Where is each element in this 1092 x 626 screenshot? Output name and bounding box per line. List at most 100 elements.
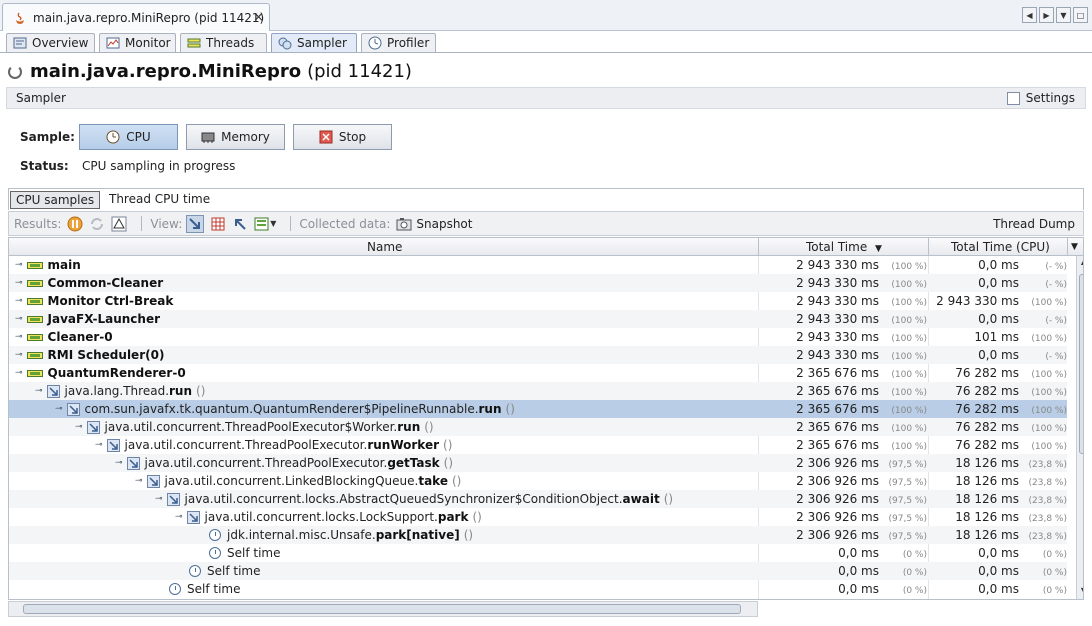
expand-toggle-icon[interactable]: ⊸ (15, 314, 23, 324)
table-row[interactable]: ⊸ java.util.concurrent.ThreadPoolExecutor… (9, 454, 1067, 472)
tab-profiler-label: Profiler (387, 36, 430, 50)
method-call-icon (146, 474, 160, 488)
expand-toggle-icon[interactable]: ⊸ (35, 386, 43, 396)
cpu-time-cell: 0,0 ms (- %) (929, 312, 1067, 326)
expand-toggle-icon[interactable]: ⊸ (15, 278, 23, 288)
method-call-icon (166, 492, 180, 506)
table-row[interactable]: Self time 0,0 ms (0 %) 0,0 ms (0 %) (9, 580, 1067, 598)
total-time-percent: (97,5 %) (888, 496, 927, 506)
call-tree-icon (189, 217, 201, 229)
table-row[interactable]: Self time 0,0 ms (0 %) 0,0 ms (0 %) (9, 544, 1067, 562)
view-options-button[interactable]: ▼ (254, 216, 276, 232)
scroll-up-icon[interactable]: ▲ (1078, 257, 1083, 271)
document-tab[interactable]: main.java.repro.MiniRepro (pid 11421) × (2, 3, 270, 31)
pause-button[interactable] (67, 216, 83, 232)
method-args: () (443, 438, 453, 452)
column-header-name[interactable]: Name (367, 240, 402, 254)
delta-button[interactable] (111, 216, 127, 232)
expand-toggle-icon[interactable]: ⊸ (135, 476, 143, 486)
method-name: park (437, 510, 469, 524)
vertical-scrollbar[interactable]: ▲ ▼ (1076, 256, 1083, 599)
thread-dump-link[interactable]: Thread Dump (993, 217, 1075, 231)
scroll-left-icon[interactable]: ◀ (1022, 7, 1037, 23)
scrollbar-thumb[interactable] (1079, 274, 1083, 454)
settings-toggle[interactable]: Settings (1006, 91, 1075, 105)
profiler-icon (368, 36, 382, 50)
tab-list-icon[interactable]: ▼ (1056, 7, 1071, 23)
scroll-right-icon[interactable]: ▶ (1039, 7, 1054, 23)
cpu-time-value: 76 282 ms (955, 438, 1019, 452)
tab-thread-cpu-time[interactable]: Thread CPU time (104, 191, 215, 209)
thread-icon (26, 297, 43, 305)
total-time-cell: 2 943 330 ms (100 %) (759, 330, 927, 344)
table-row[interactable]: ⊸ java.util.concurrent.LinkedBlockingQueu… (9, 472, 1067, 490)
maximize-icon[interactable]: □ (1073, 7, 1088, 23)
column-chooser-icon[interactable]: ▼ (1071, 242, 1078, 252)
cpu-time-value: 18 126 ms (955, 456, 1019, 470)
expand-toggle-icon[interactable]: ⊸ (15, 332, 23, 342)
back-traces-view-button[interactable] (232, 216, 248, 232)
expand-toggle-icon[interactable]: ⊸ (15, 260, 23, 270)
expand-toggle-icon[interactable]: ⊸ (15, 350, 23, 360)
divider (0, 52, 1092, 53)
thread-row[interactable]: ⊸ main 2 943 330 ms (100 %) 0,0 ms (- %) (9, 256, 1067, 274)
scrollbar-thumb[interactable] (23, 604, 741, 614)
table-row[interactable]: ⊸ com.sun.javafx.tk.quantum.QuantumRender… (9, 400, 1067, 418)
thread-icon (26, 333, 43, 341)
table-row[interactable]: ⊸ java.util.concurrent.ThreadPoolExecutor… (9, 436, 1067, 454)
cpu-time-cell: 76 282 ms (100 %) (929, 402, 1067, 416)
stop-button[interactable]: Stop (293, 124, 392, 150)
table-row[interactable]: ⊸ java.lang.Thread. run() 2 365 676 ms (100 … (9, 382, 1067, 400)
cpu-button[interactable]: CPU (79, 124, 178, 150)
thread-name: Monitor Ctrl-Break (47, 294, 174, 308)
close-tab-icon[interactable]: × (253, 10, 264, 25)
method-args: () (196, 384, 206, 398)
cpu-time-cell: 2 943 330 ms (100 %) (929, 294, 1067, 308)
expand-toggle-icon[interactable]: ⊸ (175, 512, 183, 522)
cpu-time-cell: 18 126 ms (23,8 %) (929, 528, 1067, 542)
memory-button[interactable]: Memory (186, 124, 285, 150)
method-class: java.util.concurrent.LinkedBlockingQueue… (164, 474, 419, 488)
thread-row[interactable]: ⊸ JavaFX-Launcher 2 943 330 ms (100 %) 0,0 m… (9, 310, 1067, 328)
scroll-down-icon[interactable]: ▼ (1078, 586, 1083, 599)
thread-row[interactable]: ⊸ Cleaner-0 2 943 330 ms (100 %) 101 ms (100 … (9, 328, 1067, 346)
tab-threads[interactable]: Threads (180, 33, 267, 52)
thread-name: Cleaner-0 (47, 330, 113, 344)
expand-toggle-icon[interactable]: ⊸ (95, 440, 103, 450)
tab-profiler[interactable]: Profiler (361, 33, 436, 52)
refresh-button[interactable] (89, 216, 105, 232)
horizontal-scrollbar[interactable] (8, 601, 758, 617)
expand-toggle-icon[interactable]: ⊸ (15, 296, 23, 306)
method-name: take (418, 474, 448, 488)
expand-toggle-icon[interactable]: ⊸ (115, 458, 123, 468)
expand-toggle-icon[interactable]: ⊸ (75, 422, 83, 432)
thread-row[interactable]: ⊸ Monitor Ctrl-Break 2 943 330 ms (100 %) 2 … (9, 292, 1067, 310)
snapshot-button[interactable]: Snapshot (396, 216, 472, 232)
tab-overview[interactable]: Overview (6, 33, 95, 52)
hot-spots-view-button[interactable] (210, 216, 226, 232)
tab-sampler[interactable]: Sampler (271, 33, 357, 52)
column-header-total-time-cpu[interactable]: Total Time (CPU) (951, 240, 1050, 254)
expand-toggle-icon[interactable]: ⊸ (155, 494, 163, 504)
expand-toggle-icon[interactable]: ⊸ (55, 404, 63, 414)
expand-toggle-icon[interactable]: ⊸ (15, 368, 23, 378)
thread-row[interactable]: ⊸ RMI Scheduler(0) 2 943 330 ms (100 %) 0,0 … (9, 346, 1067, 364)
cpu-time-cell: 101 ms (100 %) (929, 330, 1067, 344)
total-time-percent: (97,5 %) (888, 514, 927, 524)
table-row[interactable]: ⊸ java.util.concurrent.ThreadPoolExecutor… (9, 418, 1067, 436)
thread-row[interactable]: ⊸ QuantumRenderer-0 2 365 676 ms (100 %) 76 … (9, 364, 1067, 382)
sample-label: Sample: (20, 130, 75, 144)
toolbar-separator (141, 216, 143, 231)
table-row[interactable]: ⊸ java.util.concurrent.locks.AbstractQueu… (9, 490, 1067, 508)
settings-checkbox[interactable] (1006, 91, 1020, 105)
call-tree-view-button[interactable] (186, 214, 205, 233)
thread-row[interactable]: ⊸ Common-Cleaner 2 943 330 ms (100 %) 0,0 ms… (9, 274, 1067, 292)
cpu-time-value: 76 282 ms (955, 420, 1019, 434)
column-header-total-time[interactable]: Total Time ▼ (806, 240, 882, 254)
tab-monitor[interactable]: Monitor (99, 33, 176, 52)
tab-cpu-samples[interactable]: CPU samples (10, 191, 101, 209)
table-row[interactable]: jdk.internal.misc.Unsafe. park[native]() 2… (9, 526, 1067, 544)
table-row[interactable]: Self time 0,0 ms (0 %) 0,0 ms (0 %) (9, 562, 1067, 580)
self-time-label: Self time (227, 546, 281, 560)
table-row[interactable]: ⊸ java.util.concurrent.locks.LockSupport.… (9, 508, 1067, 526)
